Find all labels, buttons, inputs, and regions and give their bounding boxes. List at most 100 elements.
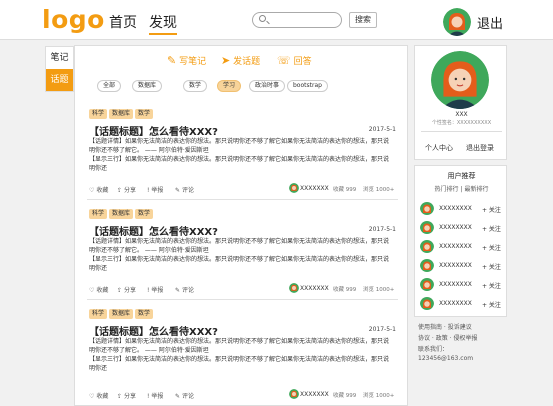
tag[interactable]: 数学 bbox=[135, 109, 154, 119]
post-date: 2017-5-1 bbox=[368, 126, 396, 133]
avatar[interactable] bbox=[289, 283, 299, 293]
post-title[interactable]: 【话题标题】怎么看待XXX? bbox=[89, 223, 218, 238]
list-item: XXXXXXXX + 关注 bbox=[420, 296, 504, 310]
report-button[interactable]: ! 举报 bbox=[147, 185, 163, 194]
post-title[interactable]: 【话题标题】怎么看待XXX? bbox=[89, 123, 218, 138]
logout-link[interactable]: 退出登录 bbox=[466, 143, 494, 153]
recommend-user-name[interactable]: XXXXXXXX bbox=[439, 243, 472, 250]
post-date: 2017-5-1 bbox=[368, 226, 396, 233]
avatar[interactable] bbox=[420, 239, 434, 253]
category-study[interactable]: 学习 bbox=[217, 80, 242, 92]
category-bootstrap[interactable]: bootstrap bbox=[287, 80, 328, 92]
tag[interactable]: 数据库 bbox=[109, 209, 134, 219]
recommend-user-name[interactable]: XXXXXXXX bbox=[439, 205, 472, 212]
search-button[interactable]: 搜索 bbox=[349, 12, 377, 28]
avatar[interactable] bbox=[289, 389, 299, 399]
avatar[interactable] bbox=[431, 51, 489, 109]
sort-separator: | bbox=[460, 186, 463, 193]
avatar[interactable] bbox=[420, 220, 434, 234]
post-author[interactable]: XXXXXXX bbox=[300, 391, 329, 398]
sort-hot[interactable]: 热门排行 bbox=[435, 186, 459, 193]
post-author[interactable]: XXXXXXX bbox=[300, 285, 329, 292]
view-count: 浏览 1000+ bbox=[363, 187, 395, 193]
post-body: 【话题详情】如果你无法简洁的表达你的想法。那只说明你还不够了解它如果你无法简洁的… bbox=[89, 338, 390, 372]
tag[interactable]: 数据库 bbox=[109, 309, 134, 319]
report-button[interactable]: ! 举报 bbox=[147, 391, 163, 400]
avatar[interactable] bbox=[420, 296, 434, 310]
recommend-title: 用户推荐 bbox=[447, 172, 476, 180]
share-button[interactable]: ⇪ 分享 bbox=[117, 185, 136, 194]
tab-notes[interactable]: 笔记 bbox=[46, 47, 73, 69]
site-logo[interactable]: logo bbox=[42, 5, 105, 34]
avatar[interactable] bbox=[289, 183, 299, 193]
search-icon bbox=[259, 15, 266, 22]
collect-button[interactable]: ♡ 收藏 bbox=[89, 285, 108, 294]
tag[interactable]: 科学 bbox=[89, 109, 108, 119]
recommend-user-name[interactable]: XXXXXXXX bbox=[439, 281, 472, 288]
recommend-user-name[interactable]: XXXXXXXX bbox=[439, 300, 472, 307]
share-button[interactable]: ⇪ 分享 bbox=[117, 285, 136, 294]
category-all[interactable]: 全部 bbox=[97, 80, 122, 92]
recommend-user-name[interactable]: XXXXXXXX bbox=[439, 224, 472, 231]
follow-button[interactable]: + 关注 bbox=[482, 205, 501, 214]
tag[interactable]: 数学 bbox=[135, 309, 154, 319]
post-author[interactable]: XXXXXXX bbox=[300, 185, 329, 192]
report-button[interactable]: ! 举报 bbox=[147, 285, 163, 294]
avatar[interactable] bbox=[420, 277, 434, 291]
edit-icon: ✎ bbox=[175, 393, 181, 400]
post-card[interactable]: 科学 数据库 数学 【话题标题】怎么看待XXX? 2017-5-1 【话题详情】… bbox=[87, 309, 398, 405]
view-count: 浏览 1000+ bbox=[363, 393, 395, 399]
avatar[interactable] bbox=[420, 201, 434, 215]
answer-button[interactable]: ☏ 回答 bbox=[277, 54, 312, 67]
avatar[interactable] bbox=[443, 8, 471, 36]
heart-icon: ♡ bbox=[89, 187, 95, 194]
post-card[interactable]: 科学 数据库 数学 【话题标题】怎么看待XXX? 2017-5-1 【话题详情】… bbox=[87, 109, 398, 200]
tab-topics[interactable]: 话题 bbox=[46, 69, 73, 91]
footer-contact-label: 联系我们： bbox=[418, 346, 449, 353]
comment-button[interactable]: ✎ 评论 bbox=[175, 285, 194, 294]
follow-button[interactable]: + 关注 bbox=[482, 262, 501, 271]
post-topic-button[interactable]: ➤ 发话题 bbox=[221, 54, 260, 67]
user-recommend-card: 用户推荐 热门排行 | 最新排行 XXXXXXXX + 关注 XXXXXXXX … bbox=[414, 165, 507, 317]
tag[interactable]: 科学 bbox=[89, 209, 108, 219]
pencil-icon: ✎ bbox=[167, 54, 177, 67]
nav-discover[interactable]: 发现 bbox=[149, 12, 177, 35]
comment-button[interactable]: ✎ 评论 bbox=[175, 391, 194, 400]
share-button[interactable]: ⇪ 分享 bbox=[117, 391, 136, 400]
nav-home[interactable]: 首页 bbox=[109, 12, 137, 32]
follow-button[interactable]: + 关注 bbox=[482, 300, 501, 309]
comment-button[interactable]: ✎ 评论 bbox=[175, 185, 194, 194]
collect-count: 收藏 999 bbox=[333, 187, 357, 193]
collect-button[interactable]: ♡ 收藏 bbox=[89, 391, 108, 400]
avatar[interactable] bbox=[420, 258, 434, 272]
category-database[interactable]: 数据库 bbox=[132, 80, 163, 92]
personal-center-link[interactable]: 个人中心 bbox=[425, 143, 453, 153]
alert-icon: ! bbox=[147, 287, 150, 294]
post-footer: ♡ 收藏 ⇪ 分享 ! 举报 ✎ 评论 XXXXXXX 收藏 999 浏览 10… bbox=[89, 283, 396, 295]
tag[interactable]: 科学 bbox=[89, 309, 108, 319]
main-feed: ✎ 写笔记 ➤ 发话题 ☏ 回答 全部 数据库 数学 学习 政治时事 boots… bbox=[74, 45, 408, 406]
post-title[interactable]: 【话题标题】怎么看待XXX? bbox=[89, 323, 218, 338]
logout-link[interactable]: 退出 bbox=[477, 13, 503, 32]
footer-contact-email[interactable]: 123456@163.com bbox=[418, 355, 473, 362]
follow-button[interactable]: + 关注 bbox=[482, 224, 501, 233]
share-icon: ⇪ bbox=[117, 187, 123, 194]
write-note-button[interactable]: ✎ 写笔记 bbox=[167, 54, 206, 67]
category-math[interactable]: 数学 bbox=[183, 80, 208, 92]
tag[interactable]: 数据库 bbox=[109, 109, 134, 119]
follow-button[interactable]: + 关注 bbox=[482, 281, 501, 290]
post-card[interactable]: 科学 数据库 数学 【话题标题】怎么看待XXX? 2017-5-1 【话题详情】… bbox=[87, 209, 398, 300]
category-politics[interactable]: 政治时事 bbox=[249, 80, 286, 92]
collect-count: 收藏 999 bbox=[333, 287, 357, 293]
profile-bio: 个性签名：XXXXXXXXXX bbox=[431, 120, 492, 126]
footer-policy-links[interactable]: 协议 · 政策 · 侵权举报 bbox=[418, 333, 477, 342]
follow-button[interactable]: + 关注 bbox=[482, 243, 501, 252]
collect-button[interactable]: ♡ 收藏 bbox=[89, 185, 108, 194]
search-input[interactable] bbox=[252, 12, 342, 28]
recommend-user-name[interactable]: XXXXXXXX bbox=[439, 262, 472, 269]
sort-new[interactable]: 最新排行 bbox=[464, 186, 488, 193]
footer-guide-links[interactable]: 使用指南 · 投诉建议 bbox=[418, 322, 472, 331]
post-body: 【话题详情】如果你无法简洁的表达你的想法。那只说明你还不够了解它如果你无法简洁的… bbox=[89, 138, 390, 172]
tag[interactable]: 数学 bbox=[135, 209, 154, 219]
edit-icon: ✎ bbox=[175, 187, 181, 194]
